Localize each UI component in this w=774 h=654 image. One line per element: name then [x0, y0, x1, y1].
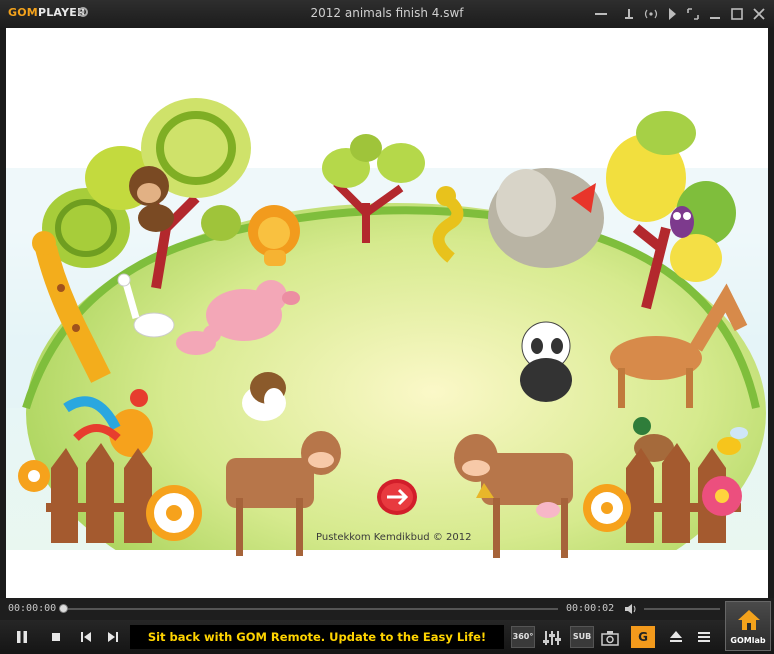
playlist-icon[interactable]: [694, 627, 714, 647]
home-icon: [738, 610, 760, 630]
volume-icon[interactable]: [624, 602, 638, 616]
copyright-credit: Pustekkom Kemdikbud © 2012: [316, 532, 472, 543]
pin-icon[interactable]: [622, 7, 636, 21]
previous-icon[interactable]: [76, 627, 96, 647]
volume-slider[interactable]: [644, 608, 720, 610]
minimize-to-bar-icon[interactable]: [594, 7, 608, 21]
minimize-icon[interactable]: [708, 7, 722, 21]
elephant: [488, 168, 604, 268]
panda: [520, 321, 572, 402]
equalizer-icon[interactable]: [542, 628, 562, 648]
seek-track[interactable]: [64, 608, 558, 610]
control-bar: Sit back with GOM Remote. Update to the …: [0, 620, 774, 654]
seek-bar-area: 00:00:00 00:00:02: [0, 598, 774, 620]
mini-mode-icon[interactable]: [686, 7, 700, 21]
flower-pink: [702, 476, 742, 516]
pause-icon[interactable]: [12, 627, 32, 647]
flower-left: [146, 485, 202, 541]
current-time: 00:00:00: [8, 603, 57, 614]
eject-icon[interactable]: [666, 627, 686, 647]
camera-icon[interactable]: [600, 628, 620, 648]
vr-360-button[interactable]: 360°: [511, 626, 535, 648]
broadcast-icon[interactable]: [644, 7, 658, 21]
left-fence: [46, 443, 156, 543]
maximize-icon[interactable]: [730, 7, 744, 21]
subtitle-button[interactable]: SUB: [570, 626, 594, 648]
animals-illustration: [6, 28, 768, 598]
gomlab-label: GOMlab: [730, 636, 766, 645]
close-icon[interactable]: [752, 7, 766, 21]
total-time: 00:00:02: [566, 603, 615, 614]
video-screen[interactable]: Pustekkom Kemdikbud © 2012: [6, 28, 768, 598]
next-icon[interactable]: [103, 627, 123, 647]
skin-icon[interactable]: [666, 7, 680, 21]
flower-right: [583, 484, 631, 532]
gomlab-home-button[interactable]: GOMlab: [725, 601, 771, 651]
owl: [670, 206, 694, 238]
next-arrow-button[interactable]: [377, 479, 417, 515]
promo-marquee[interactable]: Sit back with GOM Remote. Update to the …: [130, 625, 504, 649]
stop-icon[interactable]: [46, 627, 66, 647]
title-bar[interactable]: GOMPLAYER 2012 animals finish 4.swf: [0, 0, 774, 28]
seek-knob[interactable]: [59, 604, 68, 613]
flower-far-left: [18, 460, 50, 492]
gom-menu-button[interactable]: G: [631, 626, 655, 648]
